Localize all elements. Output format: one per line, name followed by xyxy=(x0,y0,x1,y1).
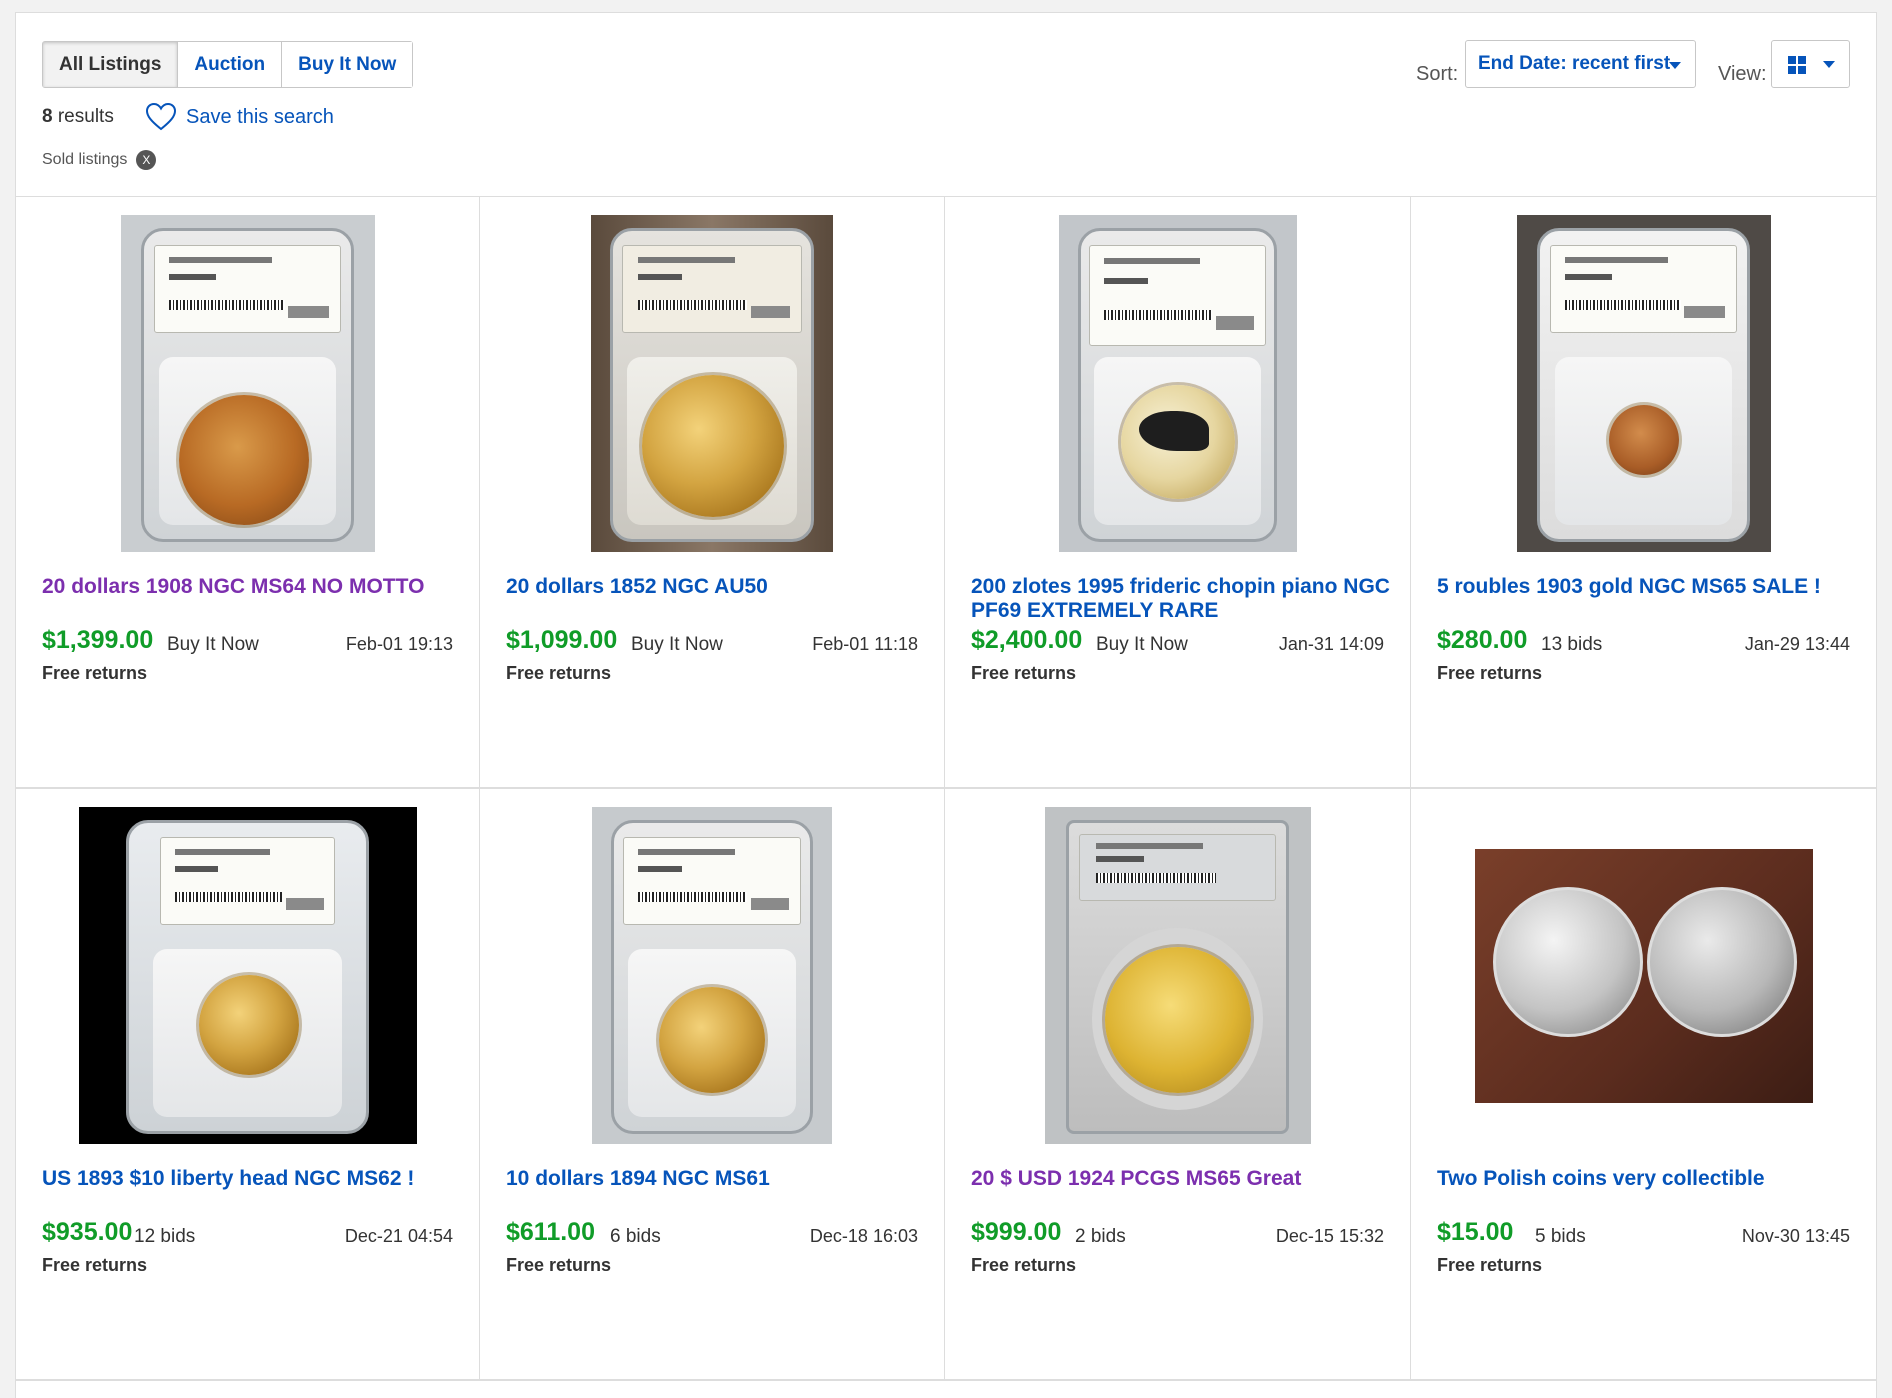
tab-buy-it-now[interactable]: Buy It Now xyxy=(281,42,413,87)
listing-type-tabs: All Listings Auction Buy It Now xyxy=(42,41,414,88)
listing-format: 12 bids xyxy=(134,1226,196,1247)
listing-image[interactable] xyxy=(120,215,375,552)
listing-image[interactable] xyxy=(1516,215,1771,552)
listing-image[interactable] xyxy=(1474,848,1813,1103)
listing-image[interactable] xyxy=(592,807,832,1144)
listing-title[interactable]: 5 roubles 1903 gold NGC MS65 SALE ! xyxy=(1437,575,1856,599)
listing-format: 2 bids xyxy=(1075,1226,1126,1247)
listing-end-date: Feb-01 11:18 xyxy=(812,634,918,654)
listing-format: 13 bids xyxy=(1541,634,1603,655)
listing-price: $935.00 xyxy=(42,1218,133,1246)
listing-title[interactable]: 20 dollars 1908 NGC MS64 NO MOTTO xyxy=(42,575,459,599)
listing-format: Buy It Now xyxy=(167,634,259,655)
listing-title[interactable]: 10 dollars 1894 NGC MS61 xyxy=(506,1167,924,1191)
listing-image[interactable] xyxy=(1058,215,1297,552)
listing-format: Buy It Now xyxy=(631,634,723,655)
sort-label: Sort: xyxy=(1416,63,1459,85)
listing-title[interactable]: US 1893 $10 liberty head NGC MS62 ! xyxy=(42,1167,459,1191)
listing-returns: Free returns xyxy=(42,1255,148,1275)
listing-end-date: Jan-29 13:44 xyxy=(1744,634,1850,654)
listing-format: 5 bids xyxy=(1535,1226,1586,1247)
listing-card: US 1893 $10 liberty head NGC MS62 ! $935… xyxy=(16,789,480,1381)
listing-format: Buy It Now xyxy=(1096,634,1188,655)
listing-title[interactable]: Two Polish coins very collectible xyxy=(1437,1167,1856,1191)
listing-price: $280.00 xyxy=(1437,626,1528,654)
results-number: 8 xyxy=(42,106,53,127)
listing-price: $1,099.00 xyxy=(506,626,618,654)
chevron-down-icon xyxy=(1669,62,1681,69)
listing-price: $999.00 xyxy=(971,1218,1062,1246)
heart-icon xyxy=(146,103,176,131)
tab-auction[interactable]: Auction xyxy=(177,42,282,87)
listing-price: $2,400.00 xyxy=(971,626,1083,654)
listing-card: Two Polish coins very collectible $15.00… xyxy=(1411,789,1876,1381)
listing-returns: Free returns xyxy=(506,1255,612,1275)
listing-price: $611.00 xyxy=(506,1218,595,1246)
listing-end-date: Nov-30 13:45 xyxy=(1741,1226,1850,1246)
listing-end-date: Dec-21 04:54 xyxy=(344,1226,453,1246)
listing-card: 5 roubles 1903 gold NGC MS65 SALE ! $280… xyxy=(1411,197,1876,789)
listing-grid: 20 dollars 1908 NGC MS64 NO MOTTO $1,399… xyxy=(16,196,1876,1381)
listing-returns: Free returns xyxy=(1437,1255,1543,1275)
listing-title[interactable]: 20 $ USD 1924 PCGS MS65 Great xyxy=(971,1167,1390,1191)
listing-end-date: Feb-01 19:13 xyxy=(345,634,453,654)
remove-filter-icon[interactable]: X xyxy=(136,150,157,170)
grid-view-icon xyxy=(1788,56,1806,74)
listing-card: 20 dollars 1908 NGC MS64 NO MOTTO $1,399… xyxy=(16,197,480,789)
listing-end-date: Jan-31 14:09 xyxy=(1278,634,1384,654)
listing-image[interactable] xyxy=(1044,807,1311,1144)
applied-filter-chip: Sold listings X xyxy=(42,150,157,170)
save-search-button[interactable]: Save this search xyxy=(146,103,334,131)
listing-image[interactable] xyxy=(591,215,833,552)
listing-title[interactable]: 20 dollars 1852 NGC AU50 xyxy=(506,575,924,599)
sort-value: End Date: recent first xyxy=(1478,53,1671,74)
listing-returns: Free returns xyxy=(506,663,612,683)
results-count: 8 results xyxy=(42,106,114,128)
tab-all-listings[interactable]: All Listings xyxy=(43,42,178,87)
listing-returns: Free returns xyxy=(971,1255,1077,1275)
listing-end-date: Dec-15 15:32 xyxy=(1275,1226,1384,1246)
listing-card: 200 zlotes 1995 frideric chopin piano NG… xyxy=(945,197,1411,789)
chevron-down-icon xyxy=(1823,61,1835,68)
listing-card: 20 dollars 1852 NGC AU50 $1,099.00 Buy I… xyxy=(480,197,945,789)
listing-end-date: Dec-18 16:03 xyxy=(809,1226,918,1246)
listing-format: 6 bids xyxy=(610,1226,661,1247)
listing-image[interactable] xyxy=(78,807,417,1144)
view-label: View: xyxy=(1718,63,1767,85)
listing-card: 10 dollars 1894 NGC MS61 $611.00 6 bids … xyxy=(480,789,945,1381)
listing-price: $15.00 xyxy=(1437,1218,1514,1246)
listing-returns: Free returns xyxy=(1437,663,1543,683)
listing-returns: Free returns xyxy=(42,663,148,683)
listing-price: $1,399.00 xyxy=(42,626,154,654)
sort-dropdown[interactable]: End Date: recent first xyxy=(1465,40,1696,88)
filter-label: Sold listings xyxy=(42,151,128,168)
save-search-label: Save this search xyxy=(186,105,334,128)
view-dropdown[interactable] xyxy=(1771,40,1850,88)
listing-returns: Free returns xyxy=(971,663,1077,683)
results-label: results xyxy=(57,106,114,127)
listing-card: 20 $ USD 1924 PCGS MS65 Great $999.00 2 … xyxy=(945,789,1411,1381)
search-results-panel: All Listings Auction Buy It Now 8 result… xyxy=(15,12,1877,1398)
listing-title[interactable]: 200 zlotes 1995 frideric chopin piano NG… xyxy=(971,575,1390,623)
